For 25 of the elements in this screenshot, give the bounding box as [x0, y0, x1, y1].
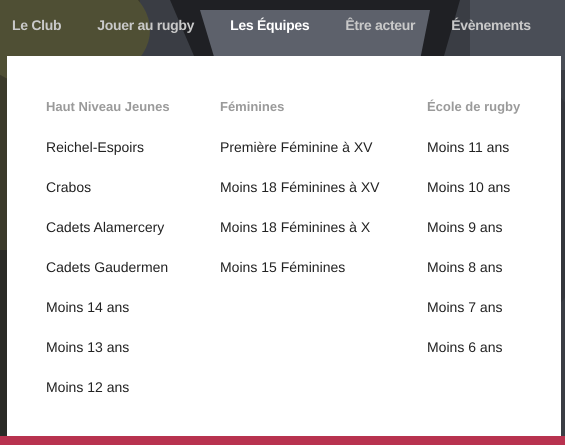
- column-heading: Féminines: [220, 98, 286, 116]
- menu-link[interactable]: Moins 12 ans: [46, 376, 220, 416]
- menu-link[interactable]: Moins 18 Féminines à X: [220, 216, 427, 256]
- nav-link[interactable]: Le Club: [12, 17, 62, 39]
- menu-link[interactable]: Cadets Gaudermen: [46, 256, 220, 296]
- menu-link[interactable]: Moins 6 ans: [427, 336, 547, 376]
- column-heading: Haut Niveau Jeunes: [46, 98, 171, 116]
- nav-link[interactable]: Jouer au rugby: [97, 17, 194, 39]
- nav-link[interactable]: Être acteur: [345, 17, 416, 39]
- menu-link[interactable]: Moins 14 ans: [46, 296, 220, 336]
- nav-link[interactable]: Les Équipes: [230, 17, 310, 39]
- nav-link[interactable]: Évènements: [451, 17, 531, 39]
- menu-link[interactable]: Moins 10 ans: [427, 176, 547, 216]
- menu-link[interactable]: Première Féminine à XV: [220, 136, 427, 176]
- column-heading: École de rugby: [427, 98, 522, 116]
- menu-link[interactable]: Moins 9 ans: [427, 216, 547, 256]
- menu-link[interactable]: Reichel-Espoirs: [46, 136, 220, 176]
- menu-link[interactable]: Crabos: [46, 176, 220, 216]
- menu-link[interactable]: Cadets Alamercery: [46, 216, 220, 256]
- menu-link[interactable]: Moins 13 ans: [46, 336, 220, 376]
- menu-link[interactable]: Moins 7 ans: [427, 296, 547, 336]
- menu-link[interactable]: Moins 8 ans: [427, 256, 547, 296]
- menu-link[interactable]: Moins 11 ans: [427, 136, 547, 176]
- menu-link[interactable]: Moins 18 Féminines à XV: [220, 176, 427, 216]
- menu-link[interactable]: Moins 15 Féminines: [220, 256, 427, 296]
